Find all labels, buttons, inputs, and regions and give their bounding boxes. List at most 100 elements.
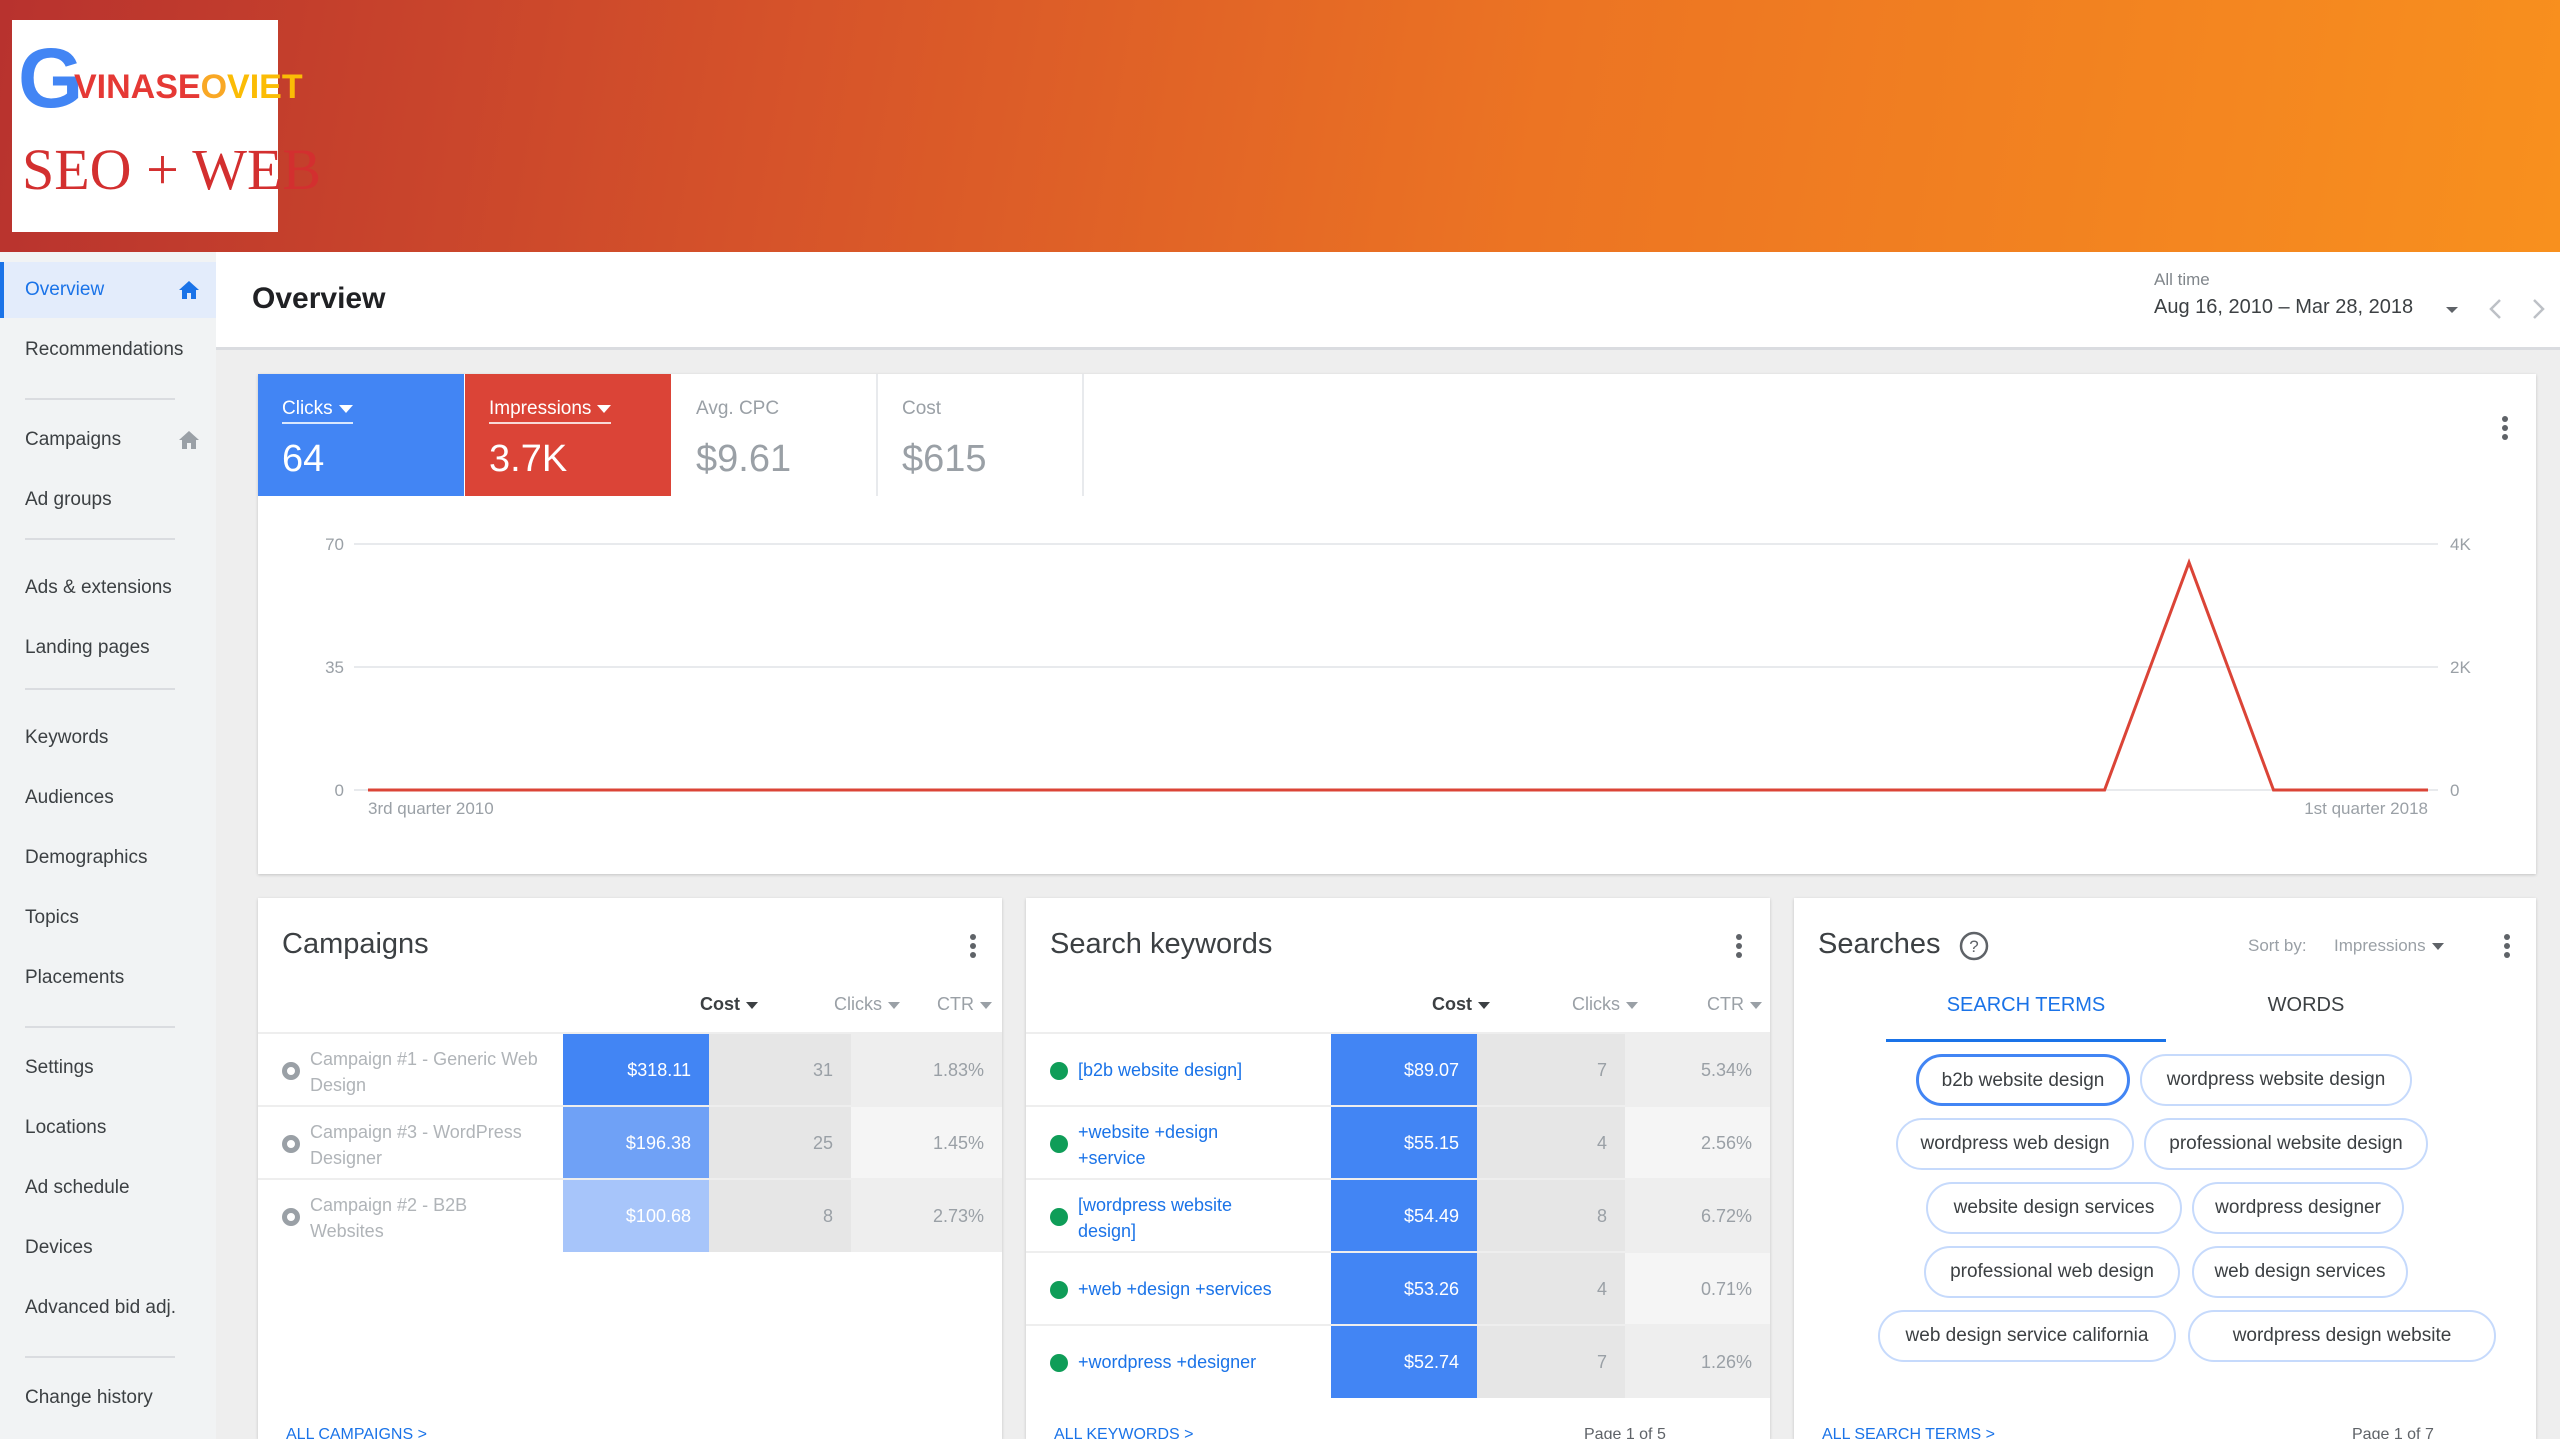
sidebar-item-settings[interactable]: Settings xyxy=(0,1040,216,1096)
performance-chart-card: Clicks 64 Impressions 3.7K Avg. CPC $9.6… xyxy=(258,374,2536,874)
help-icon[interactable]: ? xyxy=(1958,930,1990,962)
table-row[interactable]: Campaign #2 - B2B Websites $100.68 8 2.73% xyxy=(258,1178,1002,1252)
clicks-cell: 7 xyxy=(1477,1034,1625,1106)
svg-text:?: ? xyxy=(1969,937,1978,956)
sidebar-item-ad-groups[interactable]: Ad groups xyxy=(0,472,216,528)
sidebar-item-campaigns[interactable]: Campaigns xyxy=(0,412,216,468)
search-term-chip[interactable]: professional web design xyxy=(1924,1246,2180,1298)
sidebar-item-keywords[interactable]: Keywords xyxy=(0,710,216,766)
table-row[interactable]: +wordpress +designer $52.74 7 1.26% xyxy=(1026,1324,1770,1398)
table-row[interactable]: [b2b website design] $89.07 7 5.34% xyxy=(1026,1032,1770,1106)
sort-by-label: Sort by: xyxy=(2248,936,2307,955)
sidebar-divider xyxy=(25,688,175,690)
more-options-icon[interactable] xyxy=(1736,934,1742,958)
search-term-chip[interactable]: wordpress website design xyxy=(2140,1054,2412,1106)
metric-avg-cpc[interactable]: Avg. CPC $9.61 xyxy=(672,374,878,496)
campaign-name[interactable]: Campaign #3 - WordPress Designer xyxy=(310,1119,540,1171)
y-tick-label-right: 0 xyxy=(2450,781,2459,800)
campaign-name[interactable]: Campaign #2 - B2B Websites xyxy=(310,1192,540,1244)
logo-g-icon: G xyxy=(18,31,84,125)
searches-pagination: Page 1 of 7 xyxy=(2352,1426,2434,1439)
y-tick-label-left: 35 xyxy=(325,658,344,677)
metric-cost-value: $615 xyxy=(902,438,987,480)
search-term-chip[interactable]: wordpress design website xyxy=(2188,1310,2496,1362)
search-term-chip[interactable]: professional website design xyxy=(2144,1118,2428,1170)
sidebar-item-label: Landing pages xyxy=(25,637,150,658)
campaigns-title: Campaigns xyxy=(282,928,429,960)
all-keywords-link[interactable]: ALL KEYWORDS > xyxy=(1054,1426,1193,1439)
campaign-name[interactable]: Campaign #1 - Generic Web Design xyxy=(310,1046,540,1098)
column-header-ctr[interactable]: CTR xyxy=(1638,994,1762,1015)
search-term-chip[interactable]: wordpress designer xyxy=(2192,1182,2404,1234)
clicks-cell: 31 xyxy=(709,1034,851,1106)
status-dot-icon xyxy=(1050,1354,1068,1372)
keyword-name[interactable]: [b2b website design] xyxy=(1078,1057,1278,1083)
sidebar-item-change-history[interactable]: Change history xyxy=(0,1370,216,1426)
all-campaigns-link[interactable]: ALL CAMPAIGNS > xyxy=(286,1426,427,1439)
sidebar-item-demographics[interactable]: Demographics xyxy=(0,830,216,886)
metric-clicks-label[interactable]: Clicks xyxy=(282,398,353,424)
sidebar-item-overview[interactable]: Overview xyxy=(0,262,216,318)
table-row[interactable]: +website +design +service $55.15 4 2.56% xyxy=(1026,1105,1770,1179)
date-range-label: All time xyxy=(2154,270,2210,289)
keyword-name[interactable]: +website +design +service xyxy=(1078,1119,1278,1171)
tab-words[interactable]: WORDS xyxy=(2166,994,2446,1042)
column-header-cost[interactable]: Cost xyxy=(618,994,758,1015)
chevron-down-icon[interactable] xyxy=(2442,300,2462,320)
metric-impressions-label[interactable]: Impressions xyxy=(489,398,612,424)
more-options-icon[interactable] xyxy=(2504,934,2510,958)
sidebar-item-landing-pages[interactable]: Landing pages xyxy=(0,620,216,676)
sidebar-item-placements[interactable]: Placements xyxy=(0,950,216,1006)
sidebar-item-label: Ad groups xyxy=(25,489,112,510)
sidebar-item-ad-schedule[interactable]: Ad schedule xyxy=(0,1160,216,1216)
sidebar-item-recommendations[interactable]: Recommendations xyxy=(0,322,216,378)
status-dot-icon xyxy=(1050,1208,1068,1226)
logo-brand-name: VINASEOVIET xyxy=(74,68,303,106)
sidebar-item-topics[interactable]: Topics xyxy=(0,890,216,946)
keyword-name[interactable]: [wordpress website design] xyxy=(1078,1192,1278,1244)
sidebar-item-devices[interactable]: Devices xyxy=(0,1220,216,1276)
all-search-terms-link[interactable]: ALL SEARCH TERMS > xyxy=(1822,1426,1995,1439)
sidebar-item-audiences[interactable]: Audiences xyxy=(0,770,216,826)
logo: G VINASEOVIET SEO + WEB xyxy=(12,20,321,232)
column-header-clicks[interactable]: Clicks xyxy=(1490,994,1638,1015)
more-options-icon[interactable] xyxy=(2502,416,2508,440)
sidebar-item-locations[interactable]: Locations xyxy=(0,1100,216,1156)
keyword-name[interactable]: +web +design +services xyxy=(1078,1276,1278,1302)
chevron-right-icon[interactable] xyxy=(2526,296,2550,322)
status-icon xyxy=(282,1135,300,1153)
cost-cell: $54.49 xyxy=(1331,1180,1477,1252)
metric-cost[interactable]: Cost $615 xyxy=(878,374,1084,496)
chevron-left-icon[interactable] xyxy=(2484,296,2508,322)
metric-impressions[interactable]: Impressions 3.7K xyxy=(465,374,671,496)
keyword-name[interactable]: +wordpress +designer xyxy=(1078,1349,1278,1375)
metric-clicks[interactable]: Clicks 64 xyxy=(258,374,464,496)
metric-cost-label: Cost xyxy=(902,398,942,419)
search-term-chip[interactable]: b2b website design xyxy=(1916,1054,2130,1106)
search-term-chip[interactable]: website design services xyxy=(1926,1182,2182,1234)
more-options-icon[interactable] xyxy=(970,934,976,958)
clicks-cell: 7 xyxy=(1477,1326,1625,1398)
search-term-chip[interactable]: wordpress web design xyxy=(1896,1118,2134,1170)
table-row[interactable]: [wordpress website design] $54.49 8 6.72% xyxy=(1026,1178,1770,1252)
column-header-clicks[interactable]: Clicks xyxy=(758,994,900,1015)
date-range-picker[interactable]: Aug 16, 2010 – Mar 28, 2018 xyxy=(2154,296,2413,319)
column-header-ctr[interactable]: CTR xyxy=(900,994,992,1015)
sidebar-item-label: Campaigns xyxy=(25,429,122,450)
logo-tagline: SEO + WEB xyxy=(22,137,322,202)
ctr-cell: 1.83% xyxy=(851,1034,1002,1106)
search-term-chip[interactable]: web design services xyxy=(2192,1246,2408,1298)
tab-search-terms[interactable]: SEARCH TERMS xyxy=(1886,994,2166,1042)
status-icon xyxy=(282,1062,300,1080)
table-row[interactable]: Campaign #3 - WordPress Designer $196.38 2… xyxy=(258,1105,1002,1179)
sidebar-item-label: Devices xyxy=(25,1237,93,1258)
series-line-impressions xyxy=(368,558,2428,792)
sidebar-item-ads-extensions[interactable]: Ads & extensions xyxy=(0,560,216,616)
sort-by-dropdown[interactable]: Impressions xyxy=(2334,936,2444,956)
table-row[interactable]: +web +design +services $53.26 4 0.71% xyxy=(1026,1251,1770,1325)
sidebar-item-advanced-bid-adj[interactable]: Advanced bid adj. xyxy=(0,1280,216,1336)
column-header-cost[interactable]: Cost xyxy=(1326,994,1490,1015)
search-term-chip[interactable]: web design service california xyxy=(1878,1310,2176,1362)
table-row[interactable]: Campaign #1 - Generic Web Design $318.11 3… xyxy=(258,1032,1002,1106)
y-tick-label-left: 70 xyxy=(325,535,344,554)
